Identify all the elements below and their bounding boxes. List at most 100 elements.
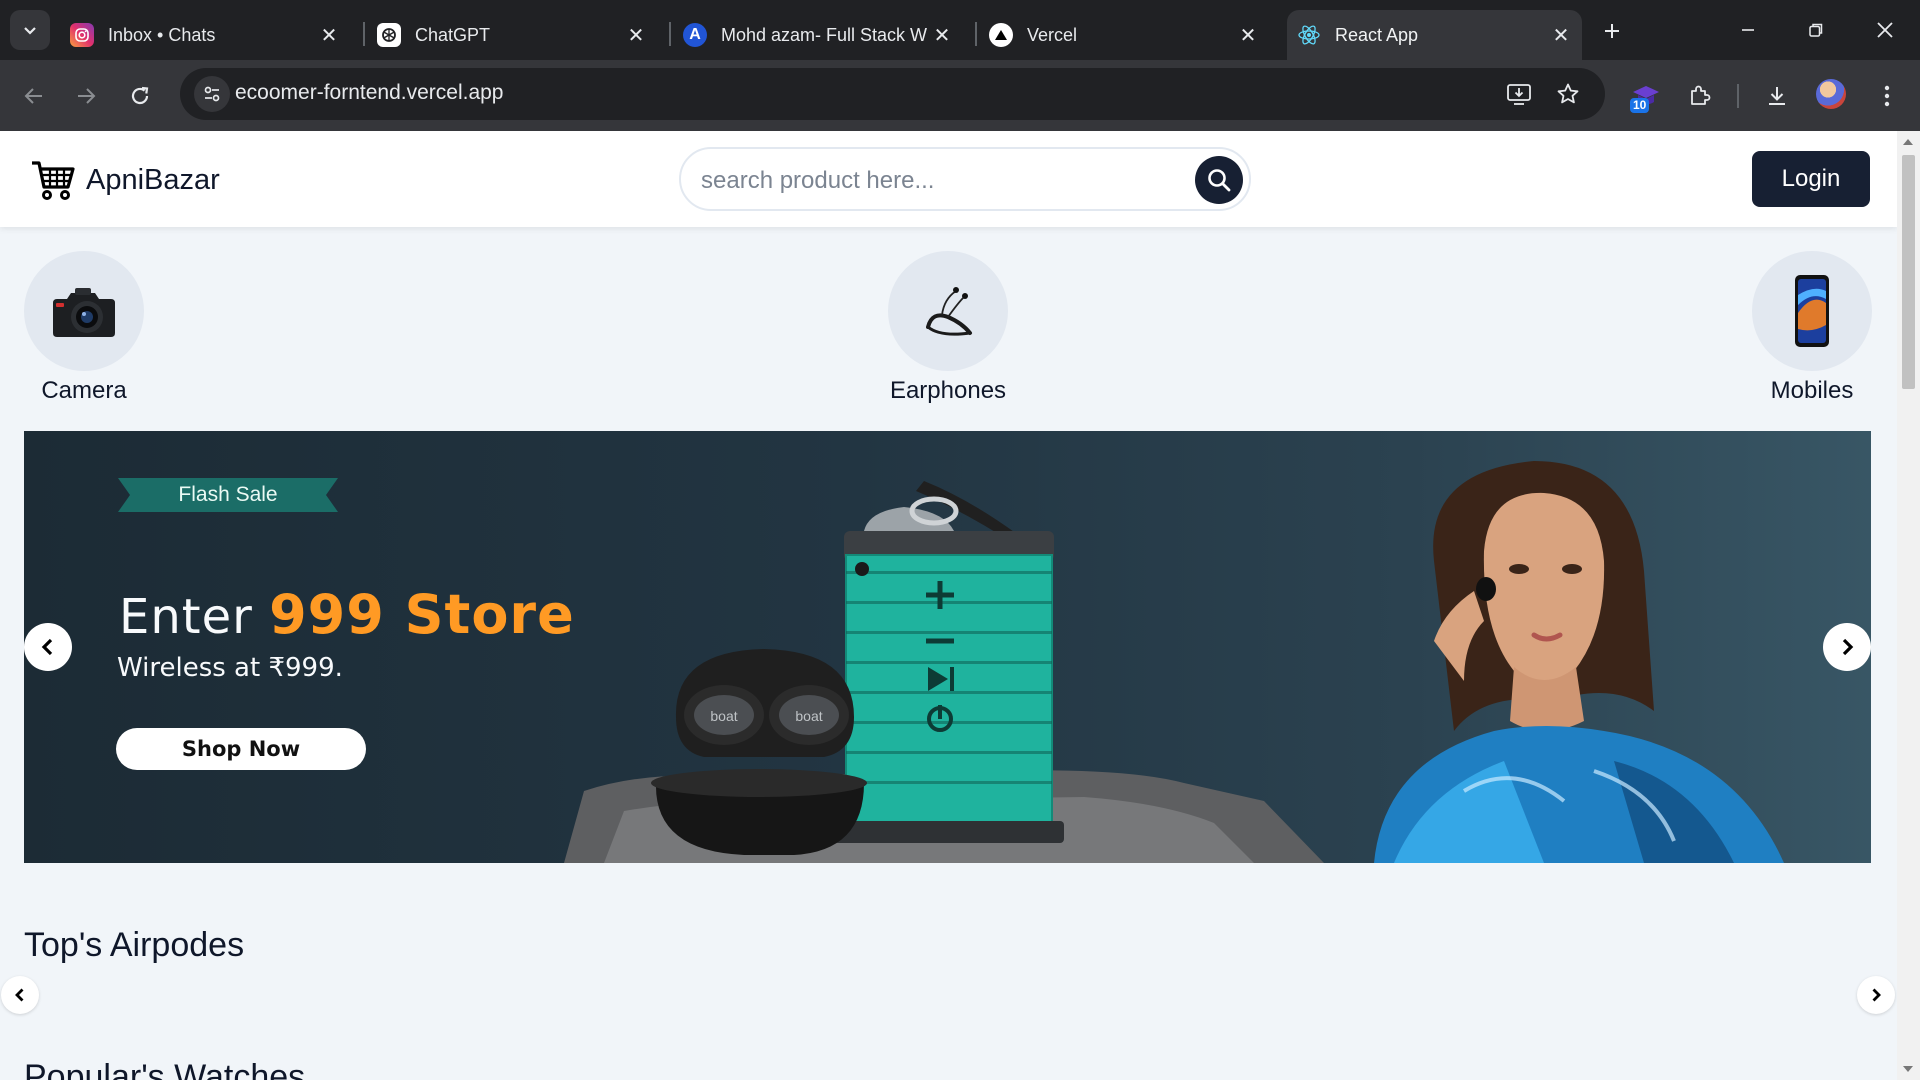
toolbar-divider: [1737, 84, 1739, 108]
site-info-button[interactable]: [194, 76, 230, 112]
category-image: [1752, 251, 1872, 371]
back-button[interactable]: [12, 74, 56, 118]
plus-icon: [1605, 24, 1619, 38]
section-title-airpodes: Top's Airpodes: [24, 926, 245, 964]
close-icon[interactable]: ✕: [929, 22, 955, 48]
bookmark-button[interactable]: [1554, 80, 1582, 108]
chatgpt-icon: [377, 23, 401, 47]
reload-icon: [131, 86, 149, 105]
category-mobiles[interactable]: Mobiles: [1752, 251, 1872, 405]
arrow-left-icon: [24, 88, 42, 104]
star-icon: [1557, 83, 1579, 104]
shopping-cart-icon: [32, 161, 75, 200]
tab-title: ChatGPT: [415, 24, 491, 45]
headline-highlight: 999 Store: [269, 583, 575, 646]
chevron-down-icon: [24, 27, 36, 35]
download-icon: [1769, 87, 1785, 105]
tab-vercel[interactable]: Vercel ✕: [979, 10, 1269, 60]
scrollbar-thumb[interactable]: [1902, 155, 1915, 389]
tab-title: React App: [1335, 24, 1419, 45]
page-scrollbar[interactable]: [1897, 131, 1920, 1080]
shop-now-button[interactable]: Shop Now: [116, 728, 366, 770]
flash-sale-label: Flash Sale: [178, 483, 278, 506]
tab-divider: [363, 22, 365, 46]
category-earphones[interactable]: Earphones: [888, 251, 1008, 405]
close-icon[interactable]: ✕: [316, 22, 342, 48]
new-tab-button[interactable]: [1595, 14, 1629, 48]
chevron-right-icon: [1872, 988, 1881, 1002]
site-header: ApniBazar Login: [0, 131, 1897, 227]
earbud-brand-right: boat: [795, 708, 822, 724]
tab-divider: [669, 22, 671, 46]
arrow-right-icon: [78, 88, 96, 104]
banner-subline: Wireless at ₹999.: [117, 653, 343, 683]
close-icon[interactable]: ✕: [1235, 22, 1261, 48]
profile-avatar[interactable]: [1816, 79, 1846, 109]
tab-react-app[interactable]: React App ✕: [1287, 10, 1582, 60]
category-camera[interactable]: Camera: [24, 251, 144, 405]
camera-icon: [53, 288, 115, 337]
search-icon: [1208, 169, 1231, 192]
scroll-up-arrow[interactable]: [1903, 139, 1913, 145]
tab-title: Vercel: [1027, 24, 1078, 45]
tune-icon: [204, 86, 220, 102]
banner-next-button[interactable]: [1823, 623, 1871, 671]
category-image: [24, 251, 144, 371]
extension-badge: 10: [1630, 98, 1650, 113]
minimize-icon: [1742, 29, 1754, 31]
url-text[interactable]: ecoomer-forntend.vercel.app: [235, 81, 503, 105]
banner-headline: Enter 999 Store: [119, 583, 575, 646]
install-app-icon: [1507, 84, 1531, 105]
browser-menu-button[interactable]: [1869, 78, 1905, 114]
chevron-right-icon: [1842, 638, 1854, 656]
neckband-earphones-icon: [926, 287, 972, 336]
install-app-button[interactable]: [1505, 80, 1533, 108]
search-bar: [679, 147, 1251, 211]
browser-toolbar: ecoomer-forntend.vercel.app 10: [0, 60, 1920, 131]
airpodes-next-button[interactable]: [1857, 976, 1895, 1014]
banner-model-illustration: [1374, 461, 1784, 863]
earbud-brand-left: boat: [710, 708, 737, 724]
forward-button[interactable]: [64, 74, 108, 118]
tab-inbox[interactable]: Inbox • Chats ✕: [60, 10, 350, 60]
web-page: ApniBazar Login Camera: [0, 131, 1897, 1080]
logo-text: ApniBazar: [86, 163, 220, 196]
search-input[interactable]: [699, 161, 1173, 201]
downloads-button[interactable]: [1759, 78, 1795, 114]
category-label: Camera: [41, 377, 127, 404]
close-icon: [1877, 22, 1893, 38]
chevron-left-icon: [15, 988, 24, 1002]
react-icon: [1297, 23, 1321, 47]
tab-portfolio[interactable]: A Mohd azam- Full Stack W ✕: [673, 10, 963, 60]
puzzle-icon: [1691, 85, 1711, 105]
browser-tab-strip: Inbox • Chats ✕ ChatGPT ✕ A Mohd azam- F…: [0, 0, 1920, 60]
restore-button[interactable]: [1793, 10, 1839, 50]
tab-divider: [975, 22, 977, 46]
close-icon[interactable]: ✕: [623, 22, 649, 48]
letter-a-icon: A: [683, 23, 707, 47]
airpodes-prev-button[interactable]: [1, 976, 39, 1014]
category-label: Earphones: [889, 377, 1007, 404]
site-logo[interactable]: ApniBazar: [30, 159, 220, 201]
address-bar[interactable]: ecoomer-forntend.vercel.app: [180, 68, 1605, 120]
hero-banner[interactable]: Flash Sale Enter 999 Store Wireless at ₹…: [24, 431, 1871, 863]
reload-button[interactable]: [118, 74, 162, 118]
login-button[interactable]: Login: [1752, 151, 1870, 207]
close-icon[interactable]: ✕: [1548, 22, 1574, 48]
vercel-triangle-icon: [989, 23, 1013, 47]
more-vertical-icon: [1884, 85, 1890, 107]
category-image: [888, 251, 1008, 371]
close-window-button[interactable]: [1862, 10, 1908, 50]
extensions-button[interactable]: [1682, 78, 1718, 114]
headline-prefix: Enter: [119, 589, 253, 645]
minimize-button[interactable]: [1725, 10, 1771, 50]
tab-title: Inbox • Chats: [108, 24, 216, 45]
tab-chatgpt[interactable]: ChatGPT ✕: [367, 10, 657, 60]
tab-search-button[interactable]: [10, 10, 50, 50]
banner-prev-button[interactable]: [24, 623, 72, 671]
scroll-down-arrow[interactable]: [1903, 1066, 1913, 1072]
banner-product-illustration: boat boat: [564, 481, 1324, 863]
search-button[interactable]: [1195, 156, 1243, 204]
chevron-left-icon: [41, 638, 53, 656]
section-title-watches: Popular's Watches: [24, 1058, 306, 1080]
